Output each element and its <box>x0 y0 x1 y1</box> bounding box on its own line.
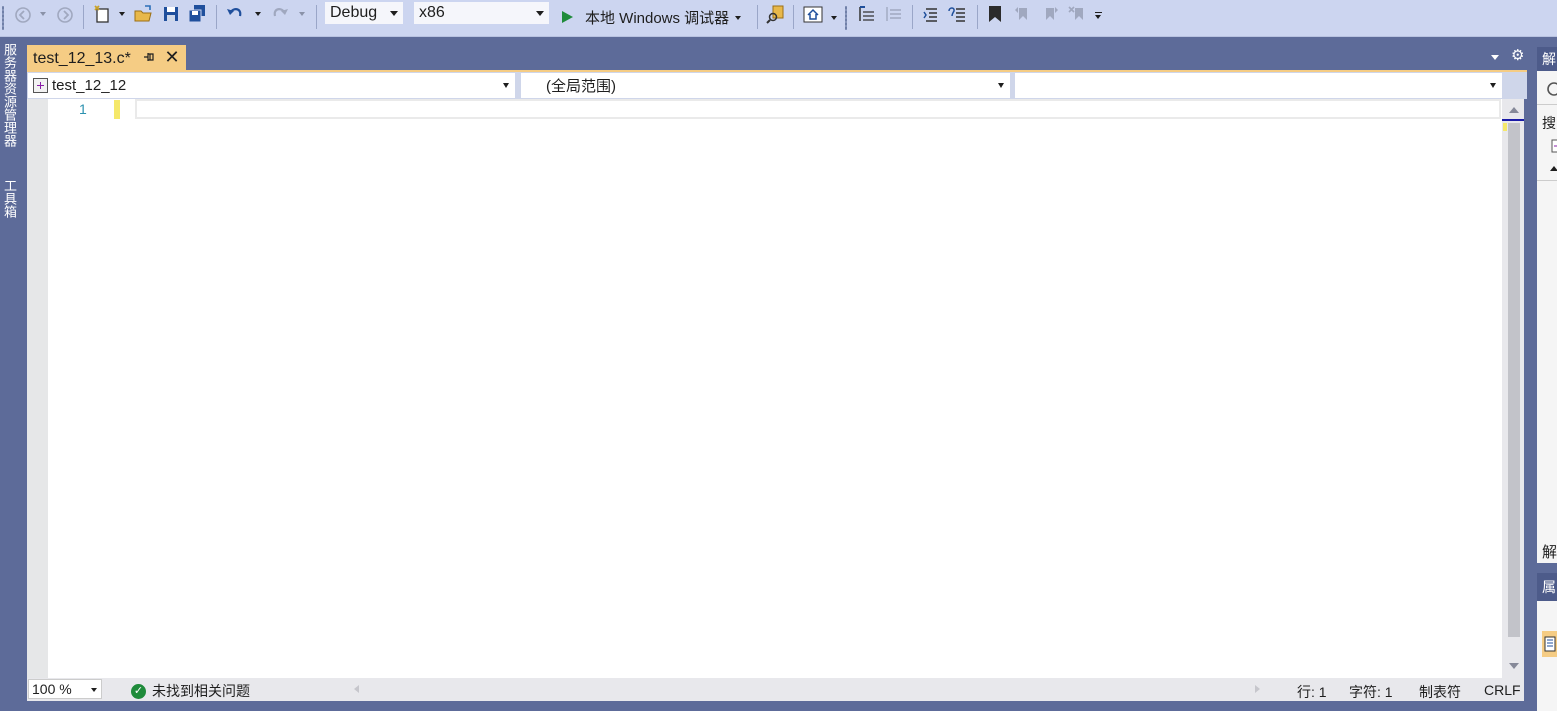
configuration-value: Debug <box>330 4 378 21</box>
format-icon[interactable] <box>884 4 904 24</box>
back-icon[interactable] <box>14 6 32 24</box>
forward-icon[interactable] <box>56 6 74 24</box>
member-dropdown[interactable] <box>1015 73 1502 98</box>
back-dropdown-icon[interactable] <box>40 12 46 16</box>
navigation-bar: test_12_12 (全局范围) <box>27 72 1552 99</box>
document-tab[interactable]: test_12_13.c* ✕ <box>27 45 186 72</box>
sync-icon[interactable] <box>1545 81 1557 97</box>
issues-indicator[interactable]: ✓ 未找到相关问题 <box>131 681 250 701</box>
toolbar-separator <box>83 5 84 29</box>
project-name: test_12_12 <box>52 77 127 94</box>
new-project-dropdown-icon[interactable] <box>119 12 125 16</box>
change-indicator <box>114 100 120 119</box>
save-icon[interactable] <box>161 4 181 24</box>
platform-value: x86 <box>419 4 445 21</box>
toolbar-grip[interactable] <box>2 6 4 30</box>
next-bookmark-icon[interactable] <box>1040 4 1060 24</box>
platform-dropdown[interactable]: x86 <box>413 1 550 25</box>
line-indicator: 行: 1 <box>1297 684 1327 700</box>
solution-search-input[interactable]: 搜 <box>1542 113 1557 133</box>
chevron-down-icon <box>998 83 1004 88</box>
panel-gap <box>1537 563 1557 573</box>
project-dropdown[interactable]: test_12_12 <box>28 73 515 98</box>
toolbar-separator <box>977 5 978 29</box>
configuration-dropdown[interactable]: Debug <box>324 1 404 25</box>
current-line-highlight <box>135 99 1501 119</box>
indent-mode[interactable]: 制表符 <box>1419 682 1461 702</box>
close-icon[interactable]: ✕ <box>163 47 181 67</box>
line-number: 1 <box>79 101 87 117</box>
chevron-down-icon <box>503 83 509 88</box>
vertical-scrollbar[interactable] <box>1502 99 1524 678</box>
redo-dropdown-icon[interactable] <box>299 12 305 16</box>
clear-bookmarks-icon[interactable] <box>1067 4 1087 24</box>
issues-text: 未找到相关问题 <box>152 683 250 699</box>
expand-icon[interactable] <box>1550 166 1557 171</box>
server-explorer-tab[interactable]: 服务器资源管理器 <box>1 43 17 147</box>
bookmark-icon[interactable] <box>985 4 1005 24</box>
comment-icon[interactable] <box>921 4 941 24</box>
scroll-left-icon[interactable] <box>354 685 359 693</box>
step-over-icon[interactable] <box>857 4 877 24</box>
scroll-down-icon[interactable] <box>1509 663 1519 669</box>
save-all-icon[interactable] <box>187 4 207 24</box>
scope-dropdown[interactable]: (全局范围) <box>521 73 1010 98</box>
prev-bookmark-icon[interactable] <box>1013 4 1033 24</box>
play-icon <box>562 11 573 23</box>
pin-icon[interactable] <box>143 50 155 64</box>
toolbar-separator <box>216 5 217 29</box>
indicator-margin[interactable] <box>27 99 48 678</box>
toolbox-tab[interactable]: 工具箱 <box>1 179 17 218</box>
redo-icon[interactable] <box>270 4 290 24</box>
toolbar-separator <box>912 5 913 29</box>
change-marker <box>1503 123 1507 131</box>
chevron-down-icon <box>536 11 544 16</box>
panel-divider <box>1537 180 1557 181</box>
editor-status-bar: 100 % ✓ 未找到相关问题 行: 1 字符: 1 制表符 CRLF <box>27 678 1524 701</box>
run-dropdown-icon[interactable] <box>735 16 742 20</box>
gear-icon[interactable]: ⚙ <box>1511 46 1524 64</box>
undo-dropdown-icon[interactable] <box>255 12 261 16</box>
properties-header[interactable]: 属 <box>1537 573 1557 601</box>
code-editor[interactable]: 1 <box>27 99 1524 678</box>
char-indicator: 字符: 1 <box>1349 684 1393 700</box>
chevron-down-icon <box>1490 83 1496 88</box>
zoom-dropdown[interactable]: 100 % <box>28 679 102 699</box>
find-in-files-icon[interactable] <box>766 4 786 24</box>
start-debugging-button[interactable]: 本地 Windows 调试器 <box>560 4 742 30</box>
chevron-down-icon <box>91 688 97 692</box>
zoom-value: 100 % <box>32 681 72 697</box>
line-ending[interactable]: CRLF <box>1484 682 1521 698</box>
toolbar-separator <box>757 5 758 29</box>
toolbar-grip[interactable] <box>845 6 847 30</box>
toolbar-separator <box>793 5 794 29</box>
panel-divider <box>1537 104 1557 105</box>
toolbar-overflow-icon[interactable] <box>1094 12 1103 22</box>
project-node-icon[interactable] <box>1551 139 1557 153</box>
start-debugging-label: 本地 Windows 调试器 <box>585 9 730 27</box>
right-dock-strip <box>1527 37 1537 711</box>
document-tab-title: test_12_13.c* <box>33 49 131 67</box>
left-tool-window-strip: 服务器资源管理器 工具箱 <box>0 37 18 711</box>
scroll-right-icon[interactable] <box>1255 685 1260 693</box>
tab-list-dropdown-icon[interactable] <box>1491 55 1499 60</box>
scrollbar-thumb[interactable] <box>1508 123 1520 637</box>
undo-icon[interactable] <box>225 4 245 24</box>
solution-explorer-header[interactable]: 解 <box>1537 47 1557 71</box>
properties-categorized-icon[interactable] <box>1542 631 1557 657</box>
uncomment-icon[interactable] <box>947 4 967 24</box>
open-file-icon[interactable] <box>133 4 153 24</box>
check-circle-icon: ✓ <box>131 683 146 699</box>
scroll-up-icon[interactable] <box>1509 107 1519 113</box>
toolbar-separator <box>316 5 317 29</box>
solution-explorer-tab[interactable]: 解 <box>1542 541 1557 562</box>
chevron-down-icon <box>390 11 398 16</box>
solution-explorer-icon[interactable] <box>803 4 823 24</box>
project-icon <box>33 78 48 93</box>
new-project-icon[interactable] <box>93 4 113 24</box>
caret-position-marker <box>1502 119 1524 121</box>
solution-explorer-dropdown-icon[interactable] <box>831 16 837 20</box>
main-toolbar: Debug x86 本地 Windows 调试器 <box>0 0 1557 37</box>
scope-name: (全局范围) <box>546 78 616 95</box>
